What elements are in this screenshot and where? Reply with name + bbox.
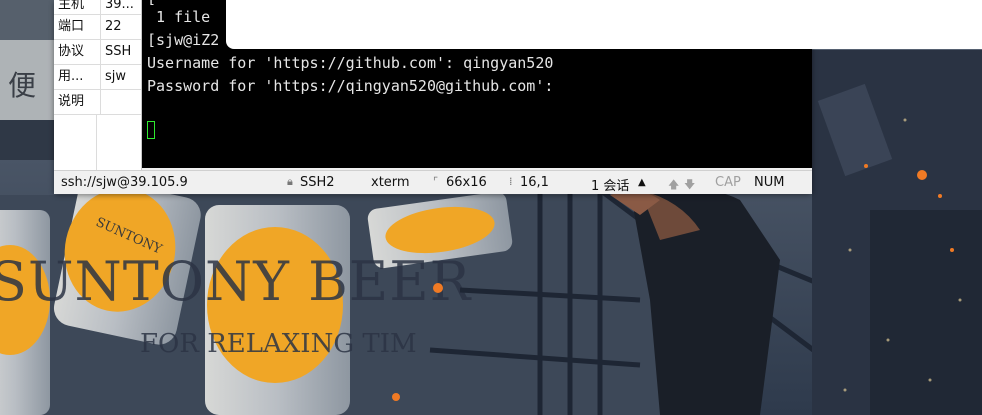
- status-bar: ssh://sjw@39.105.9 🔒︎ SSH2 xterm ⌜ 66x16…: [54, 170, 812, 194]
- properties-filler: [54, 115, 141, 172]
- property-value: SSH: [105, 44, 132, 59]
- property-value: sjw: [105, 69, 127, 84]
- property-key: 端口: [54, 15, 101, 39]
- wallpaper-text-sub: FOR RELAXING TIM: [140, 329, 417, 359]
- property-value: 22: [105, 19, 122, 34]
- property-row-host[interactable]: 主机 39...: [54, 0, 141, 15]
- property-row-protocol[interactable]: 协议 SSH: [54, 40, 141, 65]
- status-position: 16,1: [520, 175, 549, 190]
- xshell-window: 主机 39... 端口 22 协议 SSH 用... sjw 说明 [ 1 fi…: [54, 0, 982, 194]
- terminal-line: Password for 'https://qingyan520@github.…: [147, 77, 554, 95]
- terminal-line: 1 file: [147, 8, 211, 26]
- status-num: NUM: [754, 175, 785, 190]
- terminal-line: [sjw@iZ2: [147, 31, 220, 49]
- status-sessions[interactable]: 1 会话: [591, 175, 629, 194]
- size-icon: ⌜: [433, 175, 439, 188]
- sessions-up-arrow-icon[interactable]: ▲: [638, 177, 646, 188]
- terminal-line: Username for 'https://github.com': qingy…: [147, 54, 554, 72]
- property-value: [101, 90, 141, 114]
- property-row-description[interactable]: 说明: [54, 90, 141, 115]
- property-key: 协议: [54, 40, 101, 64]
- property-row-username[interactable]: 用... sjw: [54, 65, 141, 90]
- status-size: 66x16: [446, 175, 487, 190]
- property-row-port[interactable]: 端口 22: [54, 15, 141, 40]
- session-properties-panel: 主机 39... 端口 22 协议 SSH 用... sjw 说明: [54, 0, 142, 172]
- wallpaper-text-cn: 便: [8, 69, 36, 102]
- position-icon: ⁞: [509, 175, 513, 188]
- wallpaper-text-main: SUNTONY BEER: [0, 250, 472, 313]
- terminal-line: [: [147, 0, 156, 7]
- property-value: 39...: [105, 0, 134, 12]
- arrow-down-icon[interactable]: 🡇: [684, 176, 695, 195]
- terminal-cursor: [147, 121, 155, 139]
- overlay-popup: [226, 0, 982, 49]
- status-protocol: SSH2: [300, 175, 335, 190]
- status-address: ssh://sjw@39.105.9: [61, 175, 188, 190]
- property-key: 主机: [54, 0, 101, 14]
- arrow-up-icon[interactable]: 🡅: [668, 176, 679, 195]
- property-key: 用...: [54, 65, 101, 89]
- lock-icon: 🔒︎: [287, 175, 293, 188]
- property-key: 说明: [54, 90, 101, 114]
- status-caps: CAP: [715, 175, 741, 190]
- status-terminal-type: xterm: [371, 175, 410, 190]
